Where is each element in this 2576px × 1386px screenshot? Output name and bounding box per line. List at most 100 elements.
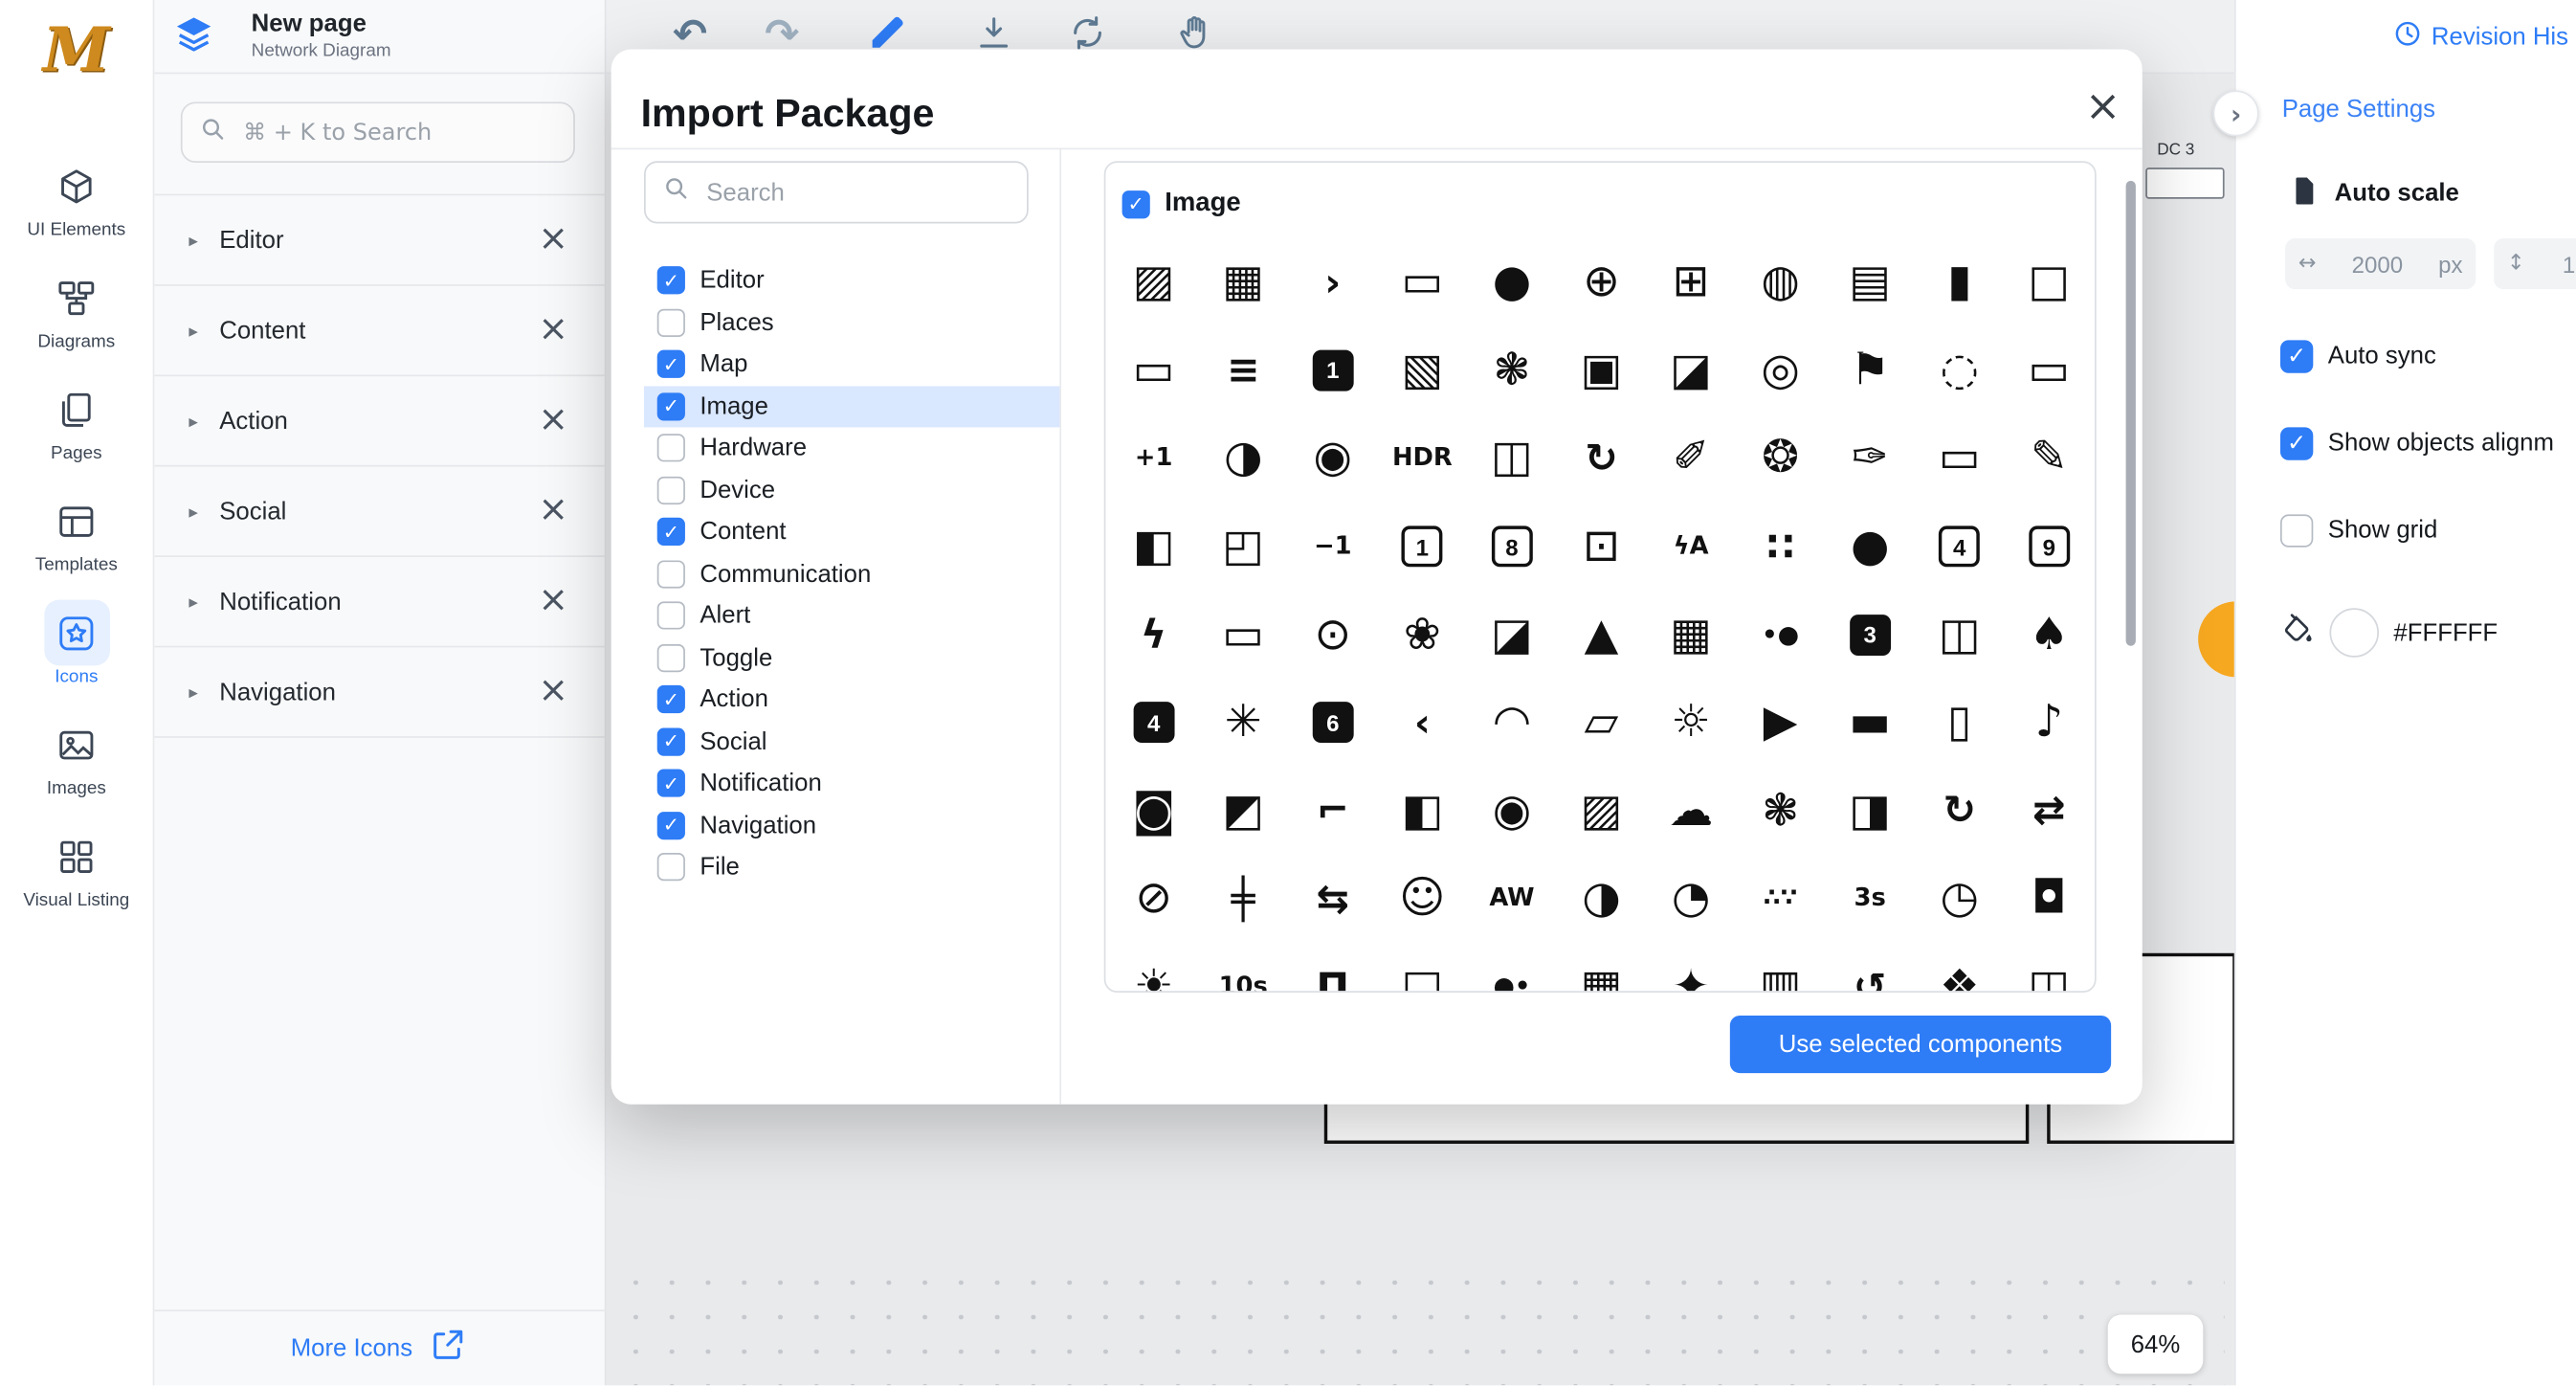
filter-none-icon[interactable]: □ [1389,954,1455,992]
color-swatch[interactable] [2329,608,2379,658]
flip-icon[interactable]: ◫ [1479,426,1545,492]
checkbox[interactable] [657,308,685,336]
landscape-icon[interactable]: ▲ [1568,602,1634,668]
filter-tilt-shift-icon[interactable]: ◌ [1926,338,1992,404]
export-icon[interactable] [429,1326,466,1372]
camera-roll-icon[interactable]: ▥ [1747,954,1813,992]
lens-icon[interactable]: ● [1479,250,1545,316]
portrait-icon[interactable]: ▯ [1926,690,1992,756]
panel-search[interactable] [181,101,575,163]
checkbox[interactable]: ✓ [2280,427,2313,459]
category-navigation[interactable]: ✓ Navigation [644,804,1059,846]
color-lens-icon[interactable]: ❃ [1747,778,1813,844]
crop-icon[interactable]: ⌐ [1299,778,1366,844]
checkbox[interactable]: ✓ [657,685,685,713]
image-icon[interactable]: ◪ [1479,602,1545,668]
tag-faces-icon[interactable]: ☺ [1389,866,1455,932]
category-communication[interactable]: Communication [644,553,1059,595]
remove-section-icon[interactable]: × [538,493,568,529]
panorama-wide-angle-icon[interactable]: ▭ [1926,426,1992,492]
filter-1-icon[interactable]: 1 [1389,514,1455,580]
broken-image-icon[interactable]: ◫ [2016,954,2082,992]
photo-size-select-actual-icon[interactable]: ◫ [1926,602,1992,668]
category-content[interactable]: ✓ Content [644,511,1059,553]
exposure-neg-1-icon[interactable]: −1 [1299,514,1366,580]
sidebar-item-ui-elements[interactable]: UI Elements [0,142,153,254]
category-social[interactable]: ✓ Social [644,721,1059,763]
sidebar-item-diagrams[interactable]: Diagrams [0,253,153,365]
palette-icon[interactable]: ❃ [1479,338,1545,404]
gradient-icon[interactable]: ▧ [1389,338,1455,404]
tune-icon[interactable]: ╪ [1210,866,1277,932]
category-image[interactable]: ✓ Image [644,386,1059,428]
brush-icon[interactable]: ✐ [1658,426,1724,492]
page-settings-title[interactable]: Page Settings [2282,96,2435,123]
close-icon[interactable]: × [2078,82,2128,132]
looks-3-icon[interactable]: 3 [1837,602,1903,668]
panel-section-editor[interactable]: ▸ Editor × [153,195,605,285]
checkbox[interactable]: ✓ [657,812,685,839]
group-checkbox[interactable]: ✓ [1122,190,1150,217]
checkbox[interactable] [2280,514,2313,547]
sidebar-item-icons[interactable]: Icons [0,589,153,701]
navigate-before-icon[interactable]: ‹ [1389,690,1455,756]
modal-search-input[interactable] [703,177,989,209]
grid-off-icon[interactable]: ▦ [1658,602,1724,668]
filter-8-icon[interactable]: 8 [1479,514,1545,580]
photo-filter-icon[interactable]: ✦ [1658,954,1724,992]
flash-auto-icon[interactable]: ϟA [1658,514,1724,580]
transform-icon[interactable]: ⇆ [1299,866,1366,932]
vignette-icon[interactable]: ◘ [2016,866,2082,932]
navigate-next-icon[interactable]: › [1299,250,1366,316]
brightness-1-icon[interactable]: ● [1837,514,1903,580]
checkbox[interactable]: ✓ [657,770,685,797]
filter-center-focus-icon[interactable]: ⊙ [1299,602,1366,668]
timer-10-icon[interactable]: 10s [1210,954,1277,992]
timelapse-icon[interactable]: ◔ [1658,866,1724,932]
photo-size-select-small-icon[interactable]: ▭ [1210,602,1277,668]
checkbox[interactable] [657,435,685,462]
timer-3-icon[interactable]: 3s [1837,866,1903,932]
checkbox[interactable]: ✓ [2280,340,2313,372]
category-action[interactable]: ✓ Action [644,679,1059,721]
revision-history-button[interactable]: Revision His [2392,18,2568,56]
panorama-horizontal-icon[interactable]: ▱ [1568,690,1634,756]
sidebar-item-images[interactable]: Images [0,700,153,812]
modal-scrollbar[interactable] [2126,181,2136,646]
hdr-strong-icon[interactable]: ●• [1479,954,1545,992]
remove-section-icon[interactable]: × [538,312,568,348]
flare-icon[interactable]: ✳ [1210,690,1277,756]
looks-icon[interactable]: ◠ [1479,690,1545,756]
filter-4-icon[interactable]: 4 [1926,514,1992,580]
page-width-input[interactable]: ↔ 2000 px [2285,238,2476,289]
crop-original-icon[interactable]: ▣ [1568,338,1634,404]
slideshow-icon[interactable]: ▶ [1747,690,1813,756]
panel-section-content[interactable]: ▸ Content × [153,286,605,376]
crop-din-icon[interactable]: □ [2016,250,2082,316]
canvas-orange-shape[interactable] [2198,601,2234,677]
wb-auto-icon[interactable]: AW [1479,866,1545,932]
page-height-input[interactable]: ↕ 100 [2494,238,2576,289]
filter-9-icon[interactable]: 9 [2016,514,2082,580]
exposure-plus-1-icon[interactable]: +1 [1121,426,1187,492]
canvas-node[interactable] [2145,168,2224,199]
center-focus-weak-icon[interactable]: ◎ [1747,338,1813,404]
more-icons-link[interactable]: More Icons [291,1334,412,1362]
modal-search[interactable] [644,161,1029,223]
switch-camera-icon[interactable]: ⇄ [2016,778,2082,844]
movie-creation-icon[interactable]: ▬ [1837,690,1903,756]
sidebar-item-templates[interactable]: Templates [0,477,153,589]
sidebar-item-pages[interactable]: Pages [0,365,153,477]
wallpaper-icon[interactable]: ◩ [1210,778,1277,844]
category-toggle[interactable]: Toggle [644,637,1059,679]
checkbox[interactable] [657,853,685,881]
tonality-icon[interactable]: ◑ [1568,866,1634,932]
grid-on-icon[interactable]: ▦ [1210,250,1277,316]
panel-section-action[interactable]: ▸ Action × [153,376,605,466]
photo-size-select-large-icon[interactable]: ◧ [1389,778,1455,844]
checkbox[interactable]: ✓ [657,392,685,420]
photo-camera-icon[interactable]: ◙ [1121,778,1187,844]
brightness-medium-icon[interactable]: ◑ [1210,426,1277,492]
remove-section-icon[interactable]: × [538,583,568,619]
edit-icon[interactable]: ✎ [2016,426,2082,492]
